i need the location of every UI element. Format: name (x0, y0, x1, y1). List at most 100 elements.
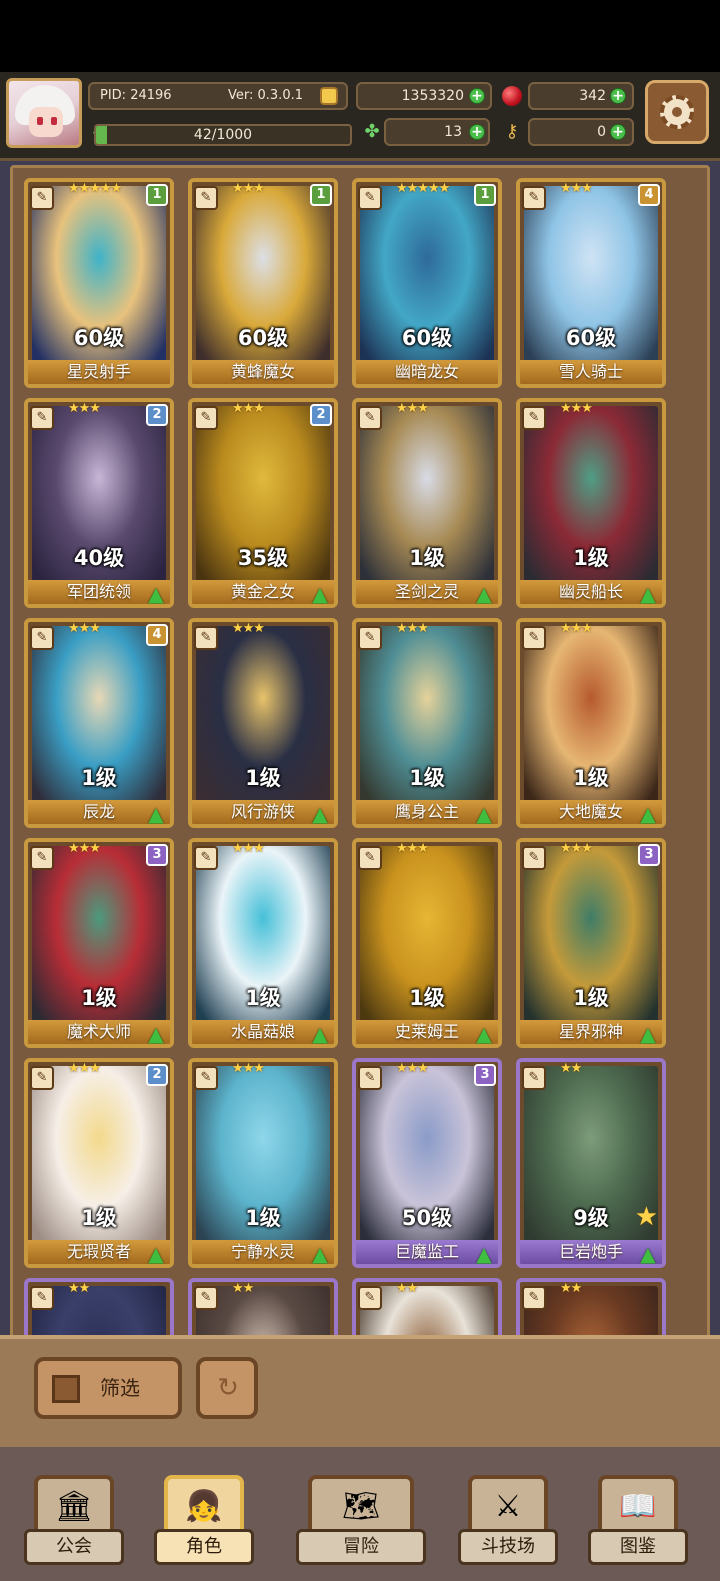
character-level: 1级 (573, 986, 609, 1010)
star-rating: ★★★ (68, 621, 101, 636)
nav-tab-icon: 👧 (185, 1489, 223, 1524)
filter-label: 筛选 (100, 1376, 140, 1400)
ruby-amount: 342 (579, 88, 606, 104)
gold-add-button[interactable]: + (469, 88, 485, 104)
star-rating: ★★ (232, 1281, 254, 1296)
character-card[interactable]: ✎ ★★★★★ 1 60级 幽暗龙女 (352, 178, 502, 388)
character-name: 幽暗龙女 (356, 360, 498, 384)
upgrade-arrow-icon: ▲ (476, 1022, 492, 1046)
status-bar-area (0, 0, 720, 72)
star-rating: ★★★ (232, 401, 265, 416)
character-card[interactable]: ✎ ★★★ 1级 鹰身公主 ▲ (352, 618, 502, 828)
rank-badge: 3 (474, 1064, 496, 1086)
character-card[interactable]: ✎ ★★★ 3 1级 魔术大师 ▲ (24, 838, 174, 1048)
filter-button[interactable]: 筛选 (34, 1357, 182, 1419)
character-card[interactable]: ✎ ★★★ 3 1级 星界邪神 ▲ (516, 838, 666, 1048)
character-level: 1级 (409, 986, 445, 1010)
gear-icon (660, 95, 694, 129)
character-level: 1级 (81, 1206, 117, 1230)
clover-add-button[interactable]: + (469, 124, 485, 140)
ruby-icon (502, 86, 522, 106)
class-icon: ✎ (522, 186, 546, 210)
star-rating: ★★★ (232, 181, 265, 196)
class-icon: ✎ (30, 1286, 54, 1310)
stamina-text: 42/1000 (193, 127, 253, 143)
class-icon: ✎ (194, 1286, 218, 1310)
rank-badge: 3 (638, 844, 660, 866)
class-icon: ✎ (522, 406, 546, 430)
character-card[interactable]: ✎ ★★★ 1级 水晶菇娘 ▲ (188, 838, 338, 1048)
character-level: 60级 (401, 326, 453, 350)
settings-button[interactable] (645, 80, 709, 144)
nav-tab-icon: 📖 (619, 1489, 657, 1524)
character-card[interactable]: ✎ ★★★★★ 1 60级 星灵射手 (24, 178, 174, 388)
class-icon: ✎ (194, 406, 218, 430)
character-level: 60级 (237, 326, 289, 350)
character-level: 1级 (573, 766, 609, 790)
star-rating: ★★★ (560, 181, 593, 196)
character-card[interactable]: ✎ ★★★ 1级 大地魔女 ▲ (516, 618, 666, 828)
star-rating: ★★ (560, 1281, 582, 1296)
class-icon: ✎ (358, 186, 382, 210)
rank-badge: 4 (638, 184, 660, 206)
character-card[interactable]: ✎ ★★★ 3 50级 巨魔监工 ▲ (352, 1058, 502, 1268)
avatar-face (29, 107, 63, 137)
nav-tab[interactable]: 📖 图鉴 (588, 1475, 688, 1569)
ruby-add-button[interactable]: + (610, 88, 626, 104)
character-card[interactable]: ✎ ★★★ 2 40级 军团统领 ▲ (24, 398, 174, 608)
character-card[interactable]: ✎ ★★★ 1级 宁静水灵 ▲ (188, 1058, 338, 1268)
class-icon: ✎ (522, 846, 546, 870)
rank-badge: 1 (474, 184, 496, 206)
key-add-button[interactable]: + (610, 124, 626, 140)
star-rating: ★★★ (68, 841, 101, 856)
rank-badge: 3 (146, 844, 168, 866)
star-rating: ★★★ (560, 841, 593, 856)
character-card[interactable]: ✎ ★★★ 2 35级 黄金之女 ▲ (188, 398, 338, 608)
star-rating: ★★★ (396, 841, 429, 856)
star-rating: ★★★ (396, 621, 429, 636)
character-card[interactable]: ✎ ★★★ 1级 风行游侠 ▲ (188, 618, 338, 828)
character-name: 黄蜂魔女 (192, 360, 334, 384)
player-info-bar: PID: 24196 Ver: 0.3.0.1 (88, 82, 348, 110)
nav-tab[interactable]: ⚔ 斗技场 (458, 1475, 558, 1569)
rank-badge: 2 (146, 1064, 168, 1086)
character-card[interactable]: ✎ ★★★ 1级 圣剑之灵 ▲ (352, 398, 502, 608)
star-rating: ★★★ (396, 401, 429, 416)
rank-badge: 2 (146, 404, 168, 426)
character-level: 1级 (245, 766, 281, 790)
character-card[interactable]: ✎ ★★★ 1级 史莱姆王 ▲ (352, 838, 502, 1048)
refresh-button[interactable]: ↻ (196, 1357, 258, 1419)
character-level: 60级 (565, 326, 617, 350)
nav-tab-label: 角色 (154, 1529, 254, 1565)
star-rating: ★★★ (396, 1061, 429, 1076)
character-card[interactable]: ✎ ★★★ 1 60级 黄蜂魔女 (188, 178, 338, 388)
character-card[interactable]: ✎ ★★★ 1级 幽灵船长 ▲ (516, 398, 666, 608)
character-level: 1级 (573, 546, 609, 570)
class-icon: ✎ (358, 406, 382, 430)
class-icon: ✎ (30, 406, 54, 430)
character-name: 星灵射手 (28, 360, 170, 384)
character-card[interactable]: ✎ ★★★ 2 1级 无瑕贤者 ▲ (24, 1058, 174, 1268)
avatar-eye-right (51, 117, 57, 125)
clover-amount: 13 (444, 124, 462, 140)
character-card[interactable]: ✎ ★★ 9级 ★ 巨岩炮手 ▲ (516, 1058, 666, 1268)
class-icon: ✎ (194, 846, 218, 870)
avatar-eye-left (37, 117, 43, 125)
upgrade-arrow-icon: ▲ (476, 582, 492, 606)
favorite-star-icon: ★ (634, 1202, 658, 1232)
player-avatar[interactable] (6, 78, 82, 148)
star-rating: ★★★ (232, 1061, 265, 1076)
character-card[interactable]: ✎ ★★★ 4 60级 雪人骑士 (516, 178, 666, 388)
nav-tab[interactable]: 👧 角色 (154, 1475, 254, 1569)
nav-tab[interactable]: 🗺 冒险 (296, 1475, 426, 1569)
star-rating: ★★★ (560, 621, 593, 636)
nav-tab[interactable]: 🏛 公会 (24, 1475, 124, 1569)
character-card[interactable]: ✎ ★★★ 4 1级 辰龙 ▲ (24, 618, 174, 828)
key-icon: ⚷ (505, 121, 519, 142)
key-amount: 0 (597, 124, 606, 140)
star-rating: ★★ (560, 1061, 582, 1076)
upgrade-arrow-icon: ▲ (148, 802, 164, 826)
upgrade-arrow-icon: ▲ (476, 1242, 492, 1266)
character-level: 40级 (73, 546, 125, 570)
character-level: 1级 (81, 766, 117, 790)
